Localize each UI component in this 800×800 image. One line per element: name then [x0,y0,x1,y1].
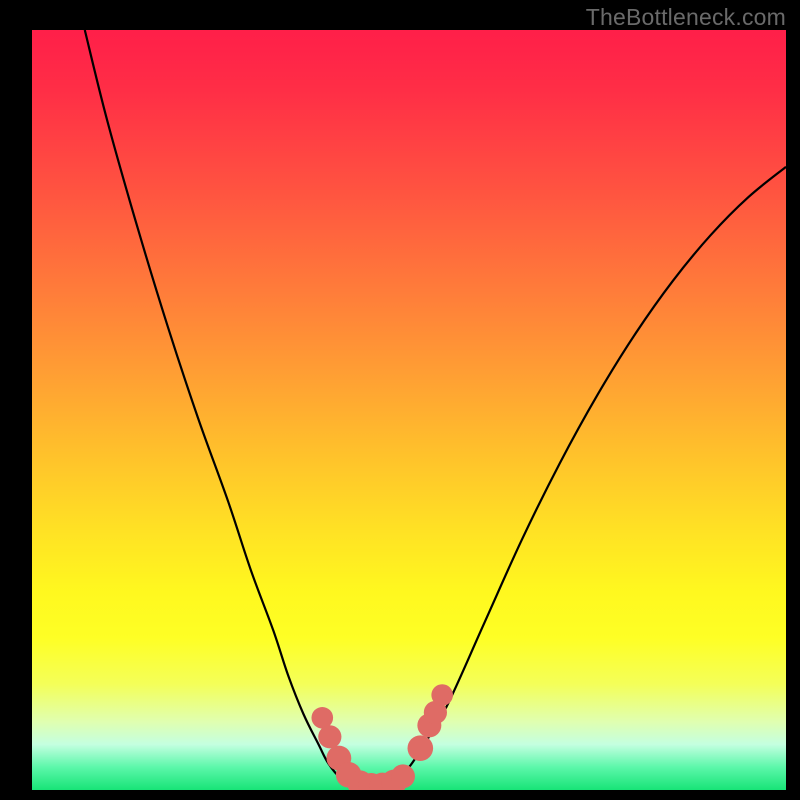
watermark-text: TheBottleneck.com [586,4,786,31]
highlight-dot [318,725,341,748]
curve-svg [32,30,786,790]
marker-group [311,684,452,790]
highlight-dot [391,764,415,788]
highlight-dot [408,735,434,761]
highlight-dot [431,684,453,706]
chart-frame: TheBottleneck.com [0,0,800,800]
bottleneck-curve [85,30,786,787]
plot-area [32,30,786,790]
